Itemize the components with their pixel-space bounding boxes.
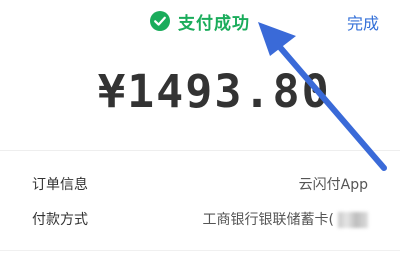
detail-row-order: 订单信息 云闪付App <box>0 168 400 198</box>
detail-value: 工商银行银联储蓄卡( <box>202 212 334 228</box>
status-text: 支付成功 <box>178 13 250 34</box>
divider <box>0 250 400 251</box>
done-button[interactable]: 完成 <box>347 10 379 34</box>
payment-status: 支付成功 <box>150 8 250 34</box>
detail-value-wrapper: 工商银行银联储蓄卡( <box>203 209 368 229</box>
detail-value: 云闪付App <box>298 177 368 193</box>
header: 支付成功 完成 <box>0 0 400 44</box>
divider <box>0 150 400 151</box>
detail-row-payment-method: 付款方式 工商银行银联储蓄卡( <box>0 203 400 233</box>
masked-card-number <box>338 212 368 228</box>
detail-label: 付款方式 <box>32 212 88 228</box>
check-circle-icon <box>150 11 170 31</box>
detail-label: 订单信息 <box>32 177 88 193</box>
payment-amount: ¥1493.80 <box>98 65 331 118</box>
